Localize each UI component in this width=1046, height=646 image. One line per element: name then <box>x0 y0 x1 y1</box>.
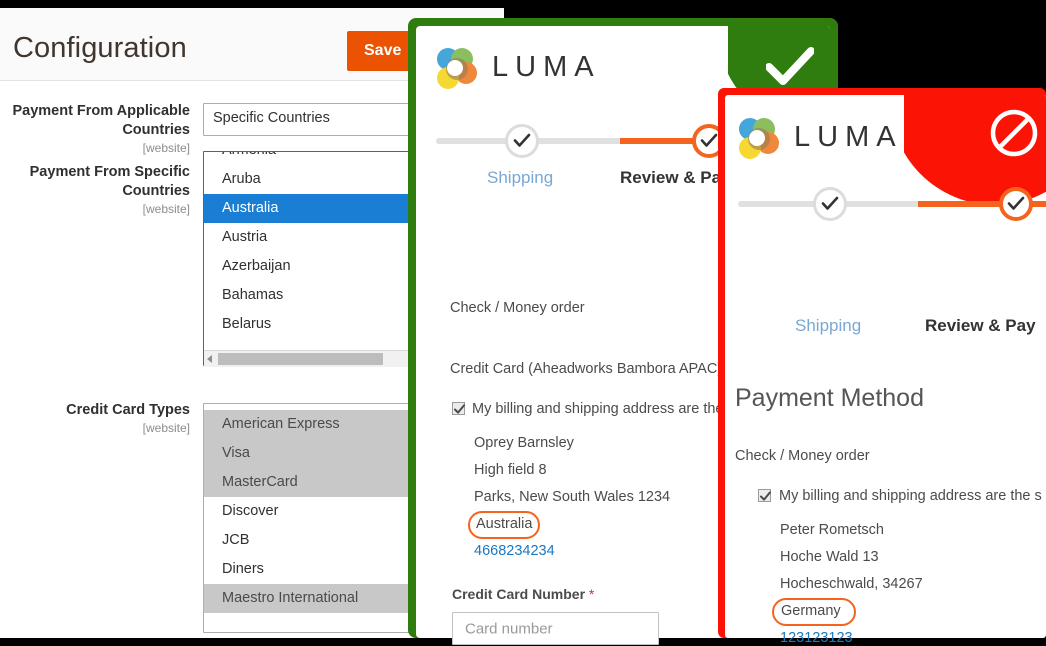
address-phone[interactable]: 4668234234 <box>474 543 555 559</box>
label-credit-card-number: Credit Card Number * <box>452 586 594 602</box>
credit-card-number-input[interactable]: Card number <box>452 612 659 645</box>
label-text: Credit Card Types <box>66 402 190 418</box>
checkbox-billing-same-as-shipping[interactable] <box>452 402 465 415</box>
list-item[interactable]: Austria <box>204 223 417 252</box>
step-icon-shipping[interactable] <box>813 187 847 221</box>
address-name: Peter Rometsch <box>780 522 884 538</box>
label-credit-card-bambora[interactable]: Credit Card (Aheadworks Bambora APAC) <box>450 361 722 377</box>
label-text: Payment From Applicable Countries <box>12 103 190 138</box>
address-street: Hoche Wald 13 <box>780 549 879 565</box>
step-label-review-pay[interactable]: Review & Pay <box>925 316 1036 336</box>
address-phone[interactable]: 123123123 <box>780 630 853 646</box>
address-street: High field 8 <box>474 462 547 478</box>
list-item[interactable]: Discover <box>204 497 418 526</box>
credit-card-types-multiselect[interactable]: American Express Visa MasterCard Discover JC… <box>203 403 419 633</box>
luma-logo: LUMA <box>734 115 934 165</box>
step-icon-shipping[interactable] <box>505 124 539 158</box>
list-item[interactable]: Armenia <box>204 152 417 165</box>
address-city-region-zip: Parks, New South Wales 1234 <box>474 489 671 505</box>
list-item[interactable]: Visa <box>204 439 418 468</box>
step-icon-review-pay[interactable] <box>999 187 1033 221</box>
address-country: Australia <box>476 516 533 532</box>
luma-logo-mark-icon <box>432 45 478 91</box>
label-payment-from-applicable-countries: Payment From Applicable Countries [websi… <box>0 102 190 157</box>
scope-note: [website] <box>142 202 190 216</box>
list-item[interactable]: Aruba <box>204 165 417 194</box>
label-check-money-order[interactable]: Check / Money order <box>450 300 585 316</box>
list-item[interactable]: MasterCard <box>204 468 418 497</box>
label-payment-from-specific-countries: Payment From Specific Countries [website… <box>0 163 190 218</box>
step-label-shipping[interactable]: Shipping <box>795 316 861 336</box>
step-label-shipping[interactable]: Shipping <box>487 168 553 188</box>
label-text: Payment From Specific Countries <box>29 164 190 199</box>
luma-wordmark: LUMA <box>492 51 601 83</box>
check-icon <box>765 46 815 93</box>
required-indicator: * <box>588 586 595 602</box>
section-title-payment-method: Payment Method <box>735 384 924 412</box>
credit-card-number-text: Credit Card Number <box>452 586 586 602</box>
scroll-left-arrow-icon[interactable] <box>207 355 212 363</box>
label-credit-card-types: Credit Card Types [website] <box>0 401 190 437</box>
label-check-money-order[interactable]: Check / Money order <box>735 448 870 464</box>
luma-logo-mark-icon <box>734 115 780 161</box>
scrollbar-thumb[interactable] <box>218 353 383 365</box>
no-entry-icon <box>988 107 1040 164</box>
address-name: Oprey Barnsley <box>474 435 574 451</box>
page-title: Configuration <box>13 32 187 64</box>
checkout-window-blocked: LUMA Shipping Review & Pay Payment Metho… <box>718 88 1046 646</box>
label-billing-same-as-shipping[interactable]: My billing and shipping address are the … <box>779 488 1042 504</box>
list-item[interactable]: Azerbaijan <box>204 252 417 281</box>
scope-note: [website] <box>142 421 190 435</box>
list-item[interactable]: JCB <box>204 526 418 555</box>
address-city-region-zip: Hocheschwald, 34267 <box>780 576 923 592</box>
list-item[interactable]: Diners <box>204 555 418 584</box>
credit-card-number-placeholder: Card number <box>465 620 553 637</box>
luma-logo: LUMA <box>432 45 632 95</box>
countries-horizontal-scrollbar[interactable] <box>204 350 417 367</box>
list-item[interactable]: Maestro International <box>204 584 418 613</box>
list-item[interactable]: American Express <box>204 410 418 439</box>
applicable-countries-value: Specific Countries <box>213 110 330 126</box>
list-item[interactable]: Australia <box>204 194 417 223</box>
specific-countries-multiselect[interactable]: ArmeniaArubaAustraliaAustriaAzerbaijanBa… <box>203 151 418 366</box>
checkbox-billing-same-as-shipping[interactable] <box>758 489 771 502</box>
scope-note: [website] <box>142 141 190 155</box>
list-item[interactable]: Belarus <box>204 310 417 339</box>
luma-wordmark: LUMA <box>794 121 903 153</box>
address-country: Germany <box>781 603 841 619</box>
list-item[interactable]: Bahamas <box>204 281 417 310</box>
